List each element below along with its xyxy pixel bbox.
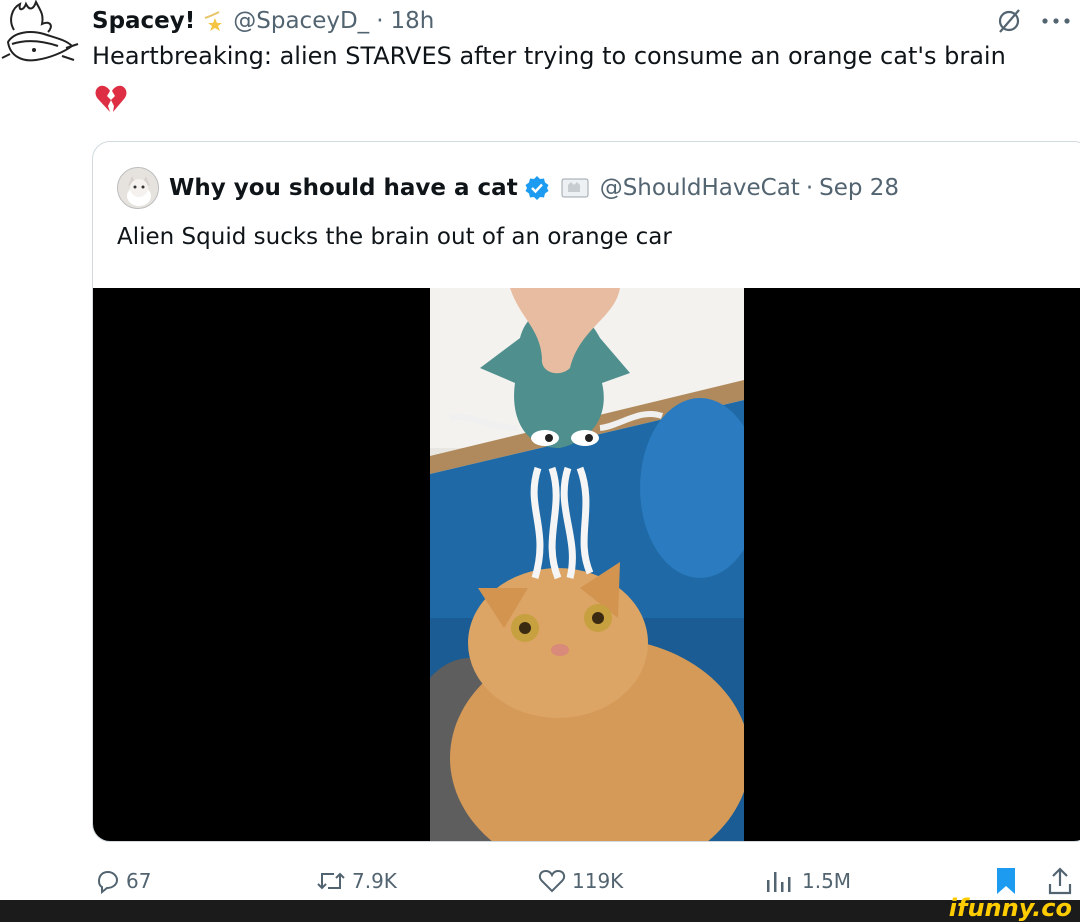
reply-button[interactable]: 67 xyxy=(94,862,151,900)
repost-icon xyxy=(317,872,345,890)
grok-icon[interactable] xyxy=(996,8,1022,34)
display-name[interactable]: Spacey! xyxy=(92,8,195,34)
quoted-post-date[interactable]: Sep 28 xyxy=(819,175,899,201)
like-count: 119K xyxy=(572,869,624,893)
quoted-tweet-text: Alien Squid sucks the brain out of an or… xyxy=(117,224,672,250)
user-avatar[interactable] xyxy=(0,0,80,72)
quoted-user-handle[interactable]: @ShouldHaveCat xyxy=(600,175,800,201)
quoted-tweet-header: Why you should have a cat @ShouldHaveCat… xyxy=(117,166,899,210)
repost-button[interactable]: 7.9K xyxy=(316,862,397,900)
watermark-bar: ifunny.co xyxy=(0,894,1080,922)
more-icon[interactable] xyxy=(1038,8,1074,34)
reply-count: 67 xyxy=(126,869,152,893)
quoted-tweet-card[interactable]: Why you should have a cat @ShouldHaveCat… xyxy=(92,141,1080,842)
views-button[interactable]: 1.5M xyxy=(764,862,851,900)
views-icon xyxy=(767,872,791,892)
views-count: 1.5M xyxy=(802,869,852,893)
shooting-star-icon xyxy=(204,11,223,31)
bookmark-icon[interactable] xyxy=(994,866,1018,896)
like-button[interactable]: 119K xyxy=(538,862,623,900)
header-separator: · xyxy=(376,8,384,34)
post-time[interactable]: 18h xyxy=(391,8,435,34)
video-player[interactable] xyxy=(93,288,1080,841)
share-icon[interactable] xyxy=(1046,866,1074,896)
quoted-display-name[interactable]: Why you should have a cat xyxy=(169,175,518,201)
broken-heart-icon xyxy=(95,85,127,112)
reply-icon xyxy=(97,870,119,894)
ifunny-watermark: ifunny.co xyxy=(948,894,1072,922)
tweet-header: Spacey! @SpaceyD_ · 18h xyxy=(92,4,434,38)
verified-badge-icon xyxy=(525,176,549,200)
video-frame-image xyxy=(430,288,744,841)
tweet-text: Heartbreaking: alien STARVES after tryin… xyxy=(92,42,1006,70)
like-icon xyxy=(538,869,566,893)
repost-count: 7.9K xyxy=(352,869,397,893)
affiliate-badge-icon xyxy=(561,178,589,198)
quoted-user-avatar[interactable] xyxy=(117,167,159,209)
quoted-header-separator: · xyxy=(805,175,814,201)
user-handle[interactable]: @SpaceyD_ xyxy=(233,8,369,34)
action-bar: 67 7.9K 119K 1.5M xyxy=(0,862,1080,900)
